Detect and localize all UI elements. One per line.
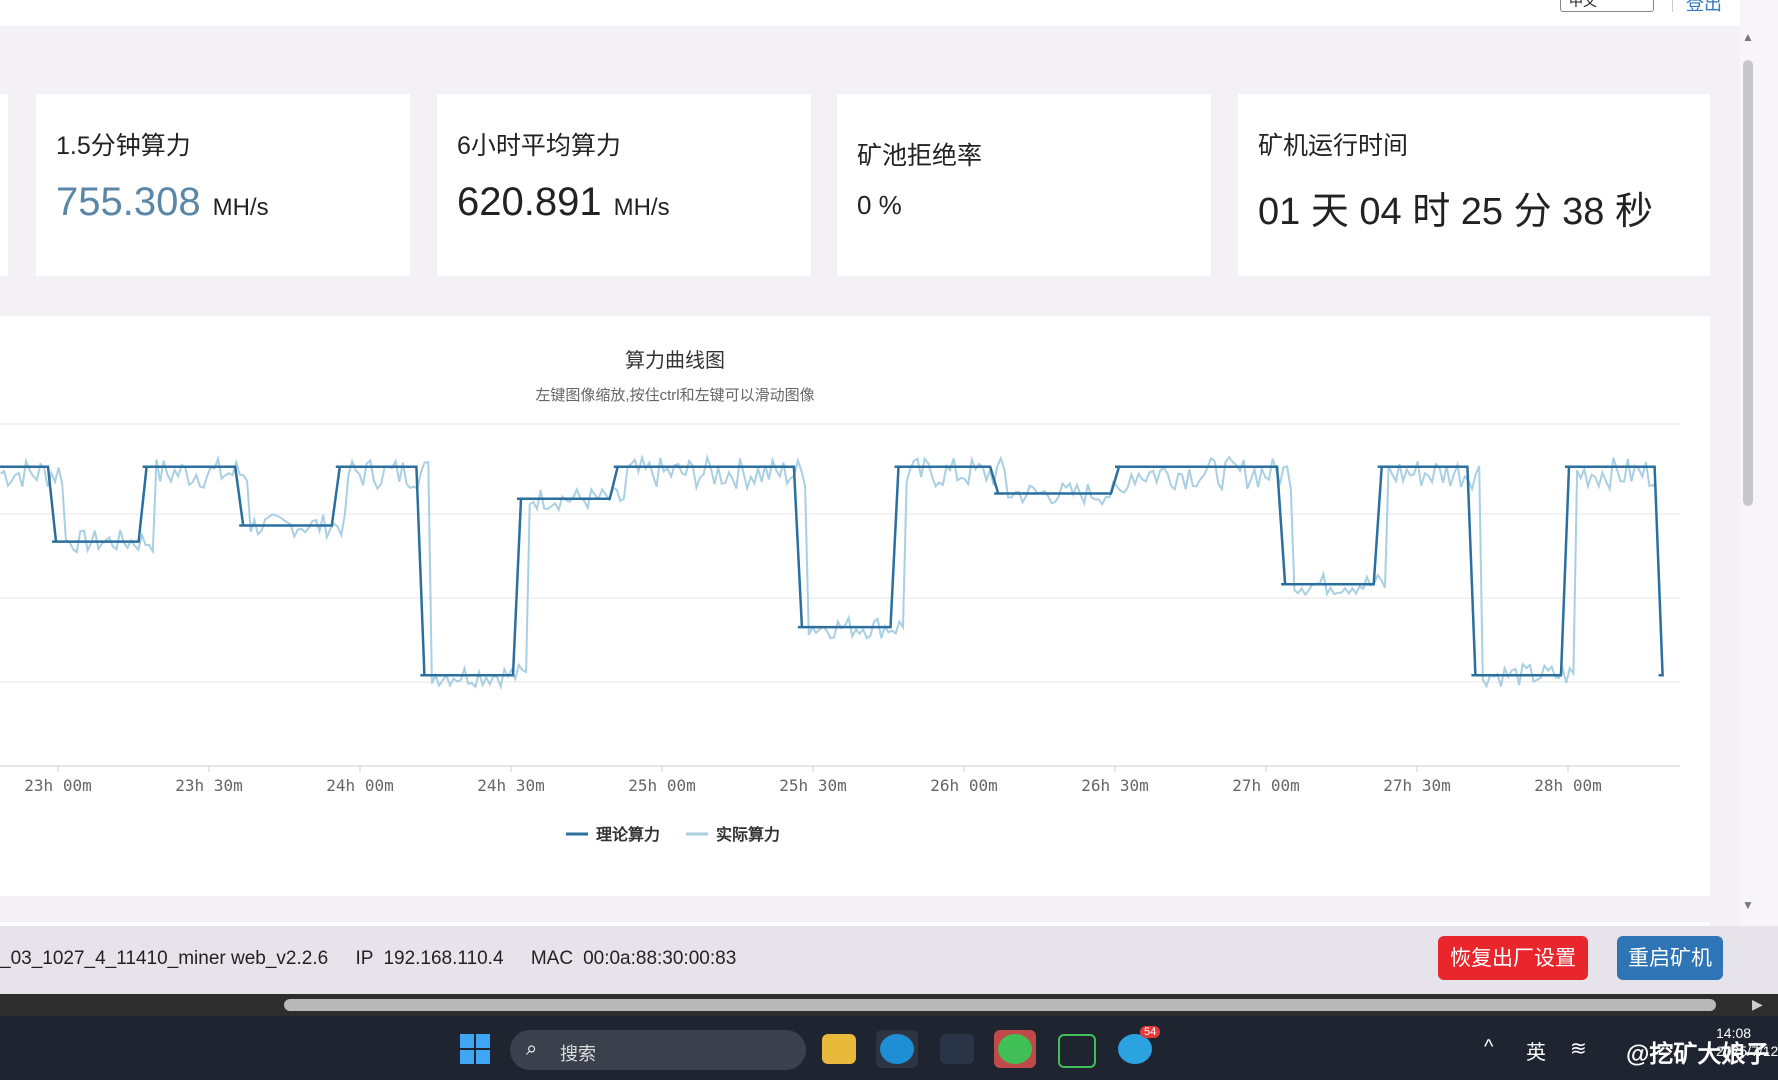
stat-unit: MH/s (212, 194, 269, 221)
wechat-icon[interactable] (994, 1030, 1036, 1068)
x-tick-label: 28h 00m (1534, 776, 1601, 795)
stat-value: 755.308 MH/s (56, 180, 269, 225)
watermark: @挖矿大娘子 (1626, 1041, 1770, 1068)
hashrate-chart[interactable]: 23h 00m 23h 30m 24h 00m 24h 30m 25h 00m 25h 3… (0, 316, 1710, 896)
stat-label: 1.5分钟算力 (56, 132, 191, 160)
stat-card-hashrate-6h: 6小时平均算力 620.891 MH/s (437, 94, 811, 276)
windows-start-icon[interactable] (460, 1034, 492, 1066)
stat-card-partial (0, 94, 8, 276)
scroll-up-icon[interactable]: ▲ (1742, 30, 1754, 44)
telegram-icon[interactable]: 54 (1114, 1026, 1161, 1068)
scroll-right-icon[interactable]: ▶ (1752, 996, 1763, 1013)
ime-indicator[interactable]: 英 (1526, 1036, 1546, 1065)
series-line-actual (0, 453, 1658, 691)
legend-label[interactable]: 实际算力 (716, 825, 780, 844)
x-tick-label: 26h 00m (930, 776, 997, 795)
stat-card-hashrate-1-5min: 1.5分钟算力 755.308 MH/s (36, 94, 410, 276)
main-content: 1.5分钟算力 755.308 MH/s 6小时平均算力 620.891 MH/s … (0, 26, 1740, 952)
hashrate-chart-card: 算力曲线图 左键图像缩放,按住ctrl和左键可以滑动图像 23h 00m 23h … (0, 316, 1710, 896)
x-tick-label: 26h 30m (1081, 776, 1148, 795)
stat-number: 755.308 (56, 180, 201, 224)
taskbar: ⌕ 搜索 54 ^ 英 ≋ 14:08 2025/7/12 @挖矿大娘子 (0, 1016, 1778, 1080)
series-line-theoretical (0, 465, 1664, 677)
file-explorer-icon[interactable] (818, 1030, 860, 1068)
ip-value: 192.168.110.4 (383, 948, 504, 969)
stat-card-reject-rate: 矿池拒绝率 0 % (837, 94, 1211, 276)
stat-value: 620.891 MH/s (457, 180, 670, 225)
status-footer: _03_1027_4_11410_miner web_v2.2.6 IP 192.… (0, 926, 1778, 994)
stat-card-uptime: 矿机运行时间 01 天 04 时 25 分 38 秒 (1238, 94, 1710, 276)
notification-badge: 54 (1140, 1026, 1161, 1038)
top-bar: 中文 ▾ 登出 (0, 0, 1740, 26)
x-tick-label: 23h 00m (24, 776, 91, 795)
x-tick-label: 25h 00m (628, 776, 695, 795)
stat-number: 620.891 (457, 180, 602, 224)
mac-label: MAC (530, 948, 574, 969)
ip-label: IP (355, 948, 374, 969)
scrollbar-thumb[interactable] (284, 999, 1716, 1011)
x-tick-label: 24h 00m (326, 776, 393, 795)
remote-desktop-icon[interactable] (1054, 1030, 1096, 1068)
language-select-value: 中文 (1569, 0, 1597, 9)
stat-label: 矿池拒绝率 (857, 142, 983, 170)
horizontal-scrollbar[interactable]: ▶ (0, 994, 1778, 1016)
stat-unit: MH/s (613, 194, 670, 221)
mac-value: 00:0a:88:30:00:83 (583, 948, 737, 969)
legend-label[interactable]: 理论算力 (596, 825, 660, 844)
stat-label: 矿机运行时间 (1258, 132, 1409, 160)
x-tick-label: 23h 30m (175, 776, 242, 795)
x-tick-label: 24h 30m (477, 776, 544, 795)
chevron-up-icon[interactable]: ^ (1484, 1036, 1493, 1059)
taskbar-search[interactable]: ⌕ 搜索 (510, 1030, 806, 1070)
app-cat-icon[interactable] (936, 1030, 978, 1068)
x-tick-label: 27h 00m (1232, 776, 1299, 795)
x-tick-label: 27h 30m (1383, 776, 1450, 795)
wifi-icon[interactable]: ≋ (1570, 1036, 1587, 1061)
language-select[interactable]: 中文 ▾ (1560, 0, 1654, 12)
stat-value: 0 % (857, 190, 902, 220)
reboot-miner-button[interactable]: 重启矿机 (1617, 936, 1723, 980)
x-tick-label: 25h 30m (779, 776, 846, 795)
scrollbar-thumb[interactable] (1743, 60, 1753, 506)
edge-browser-icon[interactable] (876, 1030, 918, 1068)
chevron-down-icon: ▾ (1640, 0, 1645, 2)
search-icon: ⌕ (526, 1038, 538, 1060)
vertical-scrollbar[interactable]: ▲ ▼ (1740, 30, 1756, 920)
device-info: _03_1027_4_11410_miner web_v2.2.6 IP 192.… (0, 948, 758, 970)
factory-reset-button[interactable]: 恢复出厂设置 (1438, 936, 1588, 980)
scroll-down-icon[interactable]: ▼ (1742, 898, 1754, 912)
divider (1672, 0, 1673, 12)
stat-value: 01 天 04 时 25 分 38 秒 (1258, 191, 1653, 233)
search-placeholder: 搜索 (560, 1044, 596, 1064)
firmware-version: _03_1027_4_11410_miner web_v2.2.6 (0, 948, 329, 969)
stat-label: 6小时平均算力 (457, 132, 621, 160)
logout-link[interactable]: 登出 (1686, 0, 1722, 16)
